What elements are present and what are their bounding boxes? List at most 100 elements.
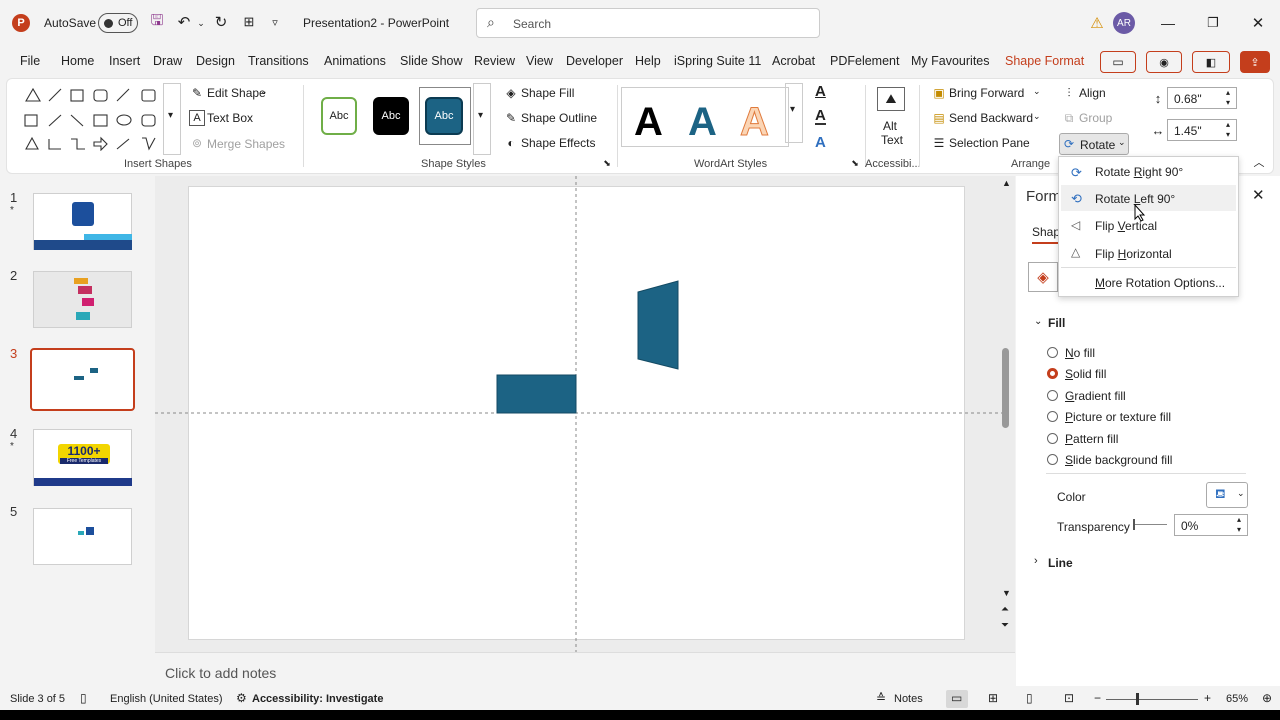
slide-thumbnail-2[interactable] <box>33 271 132 328</box>
color-picker-button[interactable]: ⛾ ⌄ <box>1206 482 1248 508</box>
share-icon[interactable]: ⇪ <box>1240 51 1270 73</box>
send-backward-button[interactable]: Send Backward <box>949 111 1033 125</box>
radio-button[interactable] <box>1047 347 1058 358</box>
search-box[interactable]: ⌕ Search <box>476 8 820 38</box>
tab-help[interactable]: Help <box>635 54 661 68</box>
slide-thumbnail-3-selected[interactable] <box>30 348 135 411</box>
editor-scrollbar[interactable]: ▲ ▼ ⏶ ⏷ <box>1000 176 1012 652</box>
fill-option-slide-background[interactable]: Slide background fill <box>1047 453 1172 467</box>
tab-design[interactable]: Design <box>196 54 235 68</box>
previous-slide-icon[interactable]: ⏶ <box>1001 604 1009 615</box>
chevron-down-icon[interactable]: ⌄ <box>1034 316 1042 327</box>
slide-thumbnail-5[interactable] <box>33 508 132 565</box>
wordart-style-blue[interactable]: A <box>688 100 717 145</box>
rotate-right-90-item[interactable]: Rotate Right 90° <box>1095 165 1183 179</box>
edit-shape-button[interactable]: Edit Shape <box>207 86 266 100</box>
minimize-icon[interactable]: — <box>1158 13 1178 33</box>
transparency-slider[interactable] <box>1133 524 1167 525</box>
flip-horizontal-item[interactable]: Flip Horizontal <box>1095 247 1172 261</box>
avatar[interactable]: AR <box>1113 12 1135 34</box>
present-icon[interactable]: ⊞ <box>240 13 258 31</box>
undo-dropdown-icon[interactable]: ⌄ <box>196 14 206 32</box>
record-icon[interactable]: ◉ <box>1146 51 1182 73</box>
tab-insert[interactable]: Insert <box>109 54 140 68</box>
rotate-button[interactable]: ⟳ Rotate ⌄ <box>1059 133 1129 155</box>
comments-icon[interactable]: ▭ <box>1100 51 1136 73</box>
radio-button[interactable] <box>1047 454 1058 465</box>
wordart-style-black[interactable]: A <box>634 100 663 145</box>
text-fill-icon[interactable]: A <box>815 83 826 100</box>
language-indicator[interactable]: English (United States) <box>110 693 223 705</box>
shape-width-input[interactable]: 1.45" ▴ ▾ <box>1167 119 1237 141</box>
tab-home[interactable]: Home <box>61 54 94 68</box>
fill-option-no-fill[interactable]: No fill <box>1047 346 1095 360</box>
tab-shape-format[interactable]: Shape Format <box>1005 54 1084 68</box>
line-section-header[interactable]: Line <box>1048 556 1073 570</box>
zoom-slider-thumb[interactable] <box>1136 693 1139 705</box>
tab-ispring[interactable]: iSpring Suite 11 <box>674 54 761 68</box>
flip-vertical-item[interactable]: Flip Vertical <box>1095 219 1157 233</box>
undo-icon[interactable]: ↶ <box>175 13 193 31</box>
wordart-style-orange[interactable]: A <box>740 100 770 145</box>
scroll-down-icon[interactable]: ▼ <box>1002 588 1011 598</box>
align-button[interactable]: Align <box>1079 86 1106 100</box>
spin-icon[interactable]: ▴ ▾ <box>1226 120 1230 140</box>
fill-section-header[interactable]: Fill <box>1048 316 1065 330</box>
transparency-slider-thumb[interactable] <box>1133 519 1135 530</box>
slide-thumbnail-1[interactable] <box>33 193 132 250</box>
wordart-more-button[interactable]: ▾ <box>785 83 803 143</box>
zoom-level[interactable]: 65% <box>1226 693 1248 705</box>
fill-option-solid-fill[interactable]: Solid fill <box>1047 367 1106 381</box>
zoom-out-icon[interactable]: − <box>1094 691 1101 705</box>
slide-sorter-icon[interactable]: ⊞ <box>988 691 998 705</box>
normal-view-icon[interactable]: ▭ <box>951 691 962 705</box>
redo-icon[interactable]: ↻ <box>212 13 230 31</box>
tab-my-favourites[interactable]: My Favourites <box>911 54 990 68</box>
zoom-in-icon[interactable]: + <box>1204 691 1211 705</box>
autosave-toggle[interactable]: Off <box>98 13 138 33</box>
shape-style-blue[interactable]: Abc <box>425 97 463 135</box>
radio-button[interactable] <box>1047 411 1058 422</box>
restore-icon[interactable]: ❐ <box>1203 13 1223 33</box>
accessibility-status[interactable]: Accessibility: Investigate <box>252 693 383 705</box>
tab-pdfelement[interactable]: PDFelement <box>830 54 899 68</box>
shape-effects-button[interactable]: Shape Effects <box>521 136 596 150</box>
fill-option-gradient[interactable]: Gradient fill <box>1047 389 1126 403</box>
scroll-up-icon[interactable]: ▲ <box>1002 178 1011 188</box>
notes-area[interactable]: Click to add notes <box>155 652 1015 688</box>
customize-qat-icon[interactable]: ▿ <box>268 13 282 31</box>
tab-developer[interactable]: Developer <box>566 54 623 68</box>
more-rotation-options-item[interactable]: More Rotation Options... <box>1095 276 1225 290</box>
transparency-input[interactable]: 0% ▴ ▾ <box>1174 514 1248 536</box>
slide-show-icon[interactable]: ⊡ <box>1064 691 1074 705</box>
trapezoid-shape[interactable] <box>637 280 679 370</box>
tab-draw[interactable]: Draw <box>153 54 182 68</box>
spelling-check-icon[interactable]: ▯ <box>80 691 87 705</box>
shape-gallery-more-button[interactable]: ▾ <box>163 83 181 155</box>
teams-present-icon[interactable]: ◧ <box>1192 51 1230 73</box>
shape-gallery[interactable] <box>21 87 161 151</box>
selection-pane-button[interactable]: Selection Pane <box>949 136 1030 150</box>
tab-transitions[interactable]: Transitions <box>248 54 309 68</box>
bring-forward-button[interactable]: Bring Forward <box>949 86 1024 100</box>
chevron-down-icon[interactable]: ⌄ <box>1033 111 1041 122</box>
alt-text-line1[interactable]: Alt <box>883 119 897 133</box>
tab-review[interactable]: Review <box>474 54 515 68</box>
chevron-down-icon[interactable]: ⌄ <box>1033 86 1041 97</box>
next-slide-icon[interactable]: ⏷ <box>1001 620 1009 631</box>
save-icon[interactable]: 🖫 <box>148 12 166 31</box>
collapse-ribbon-icon[interactable]: ︿ <box>1251 155 1267 169</box>
dialog-launcher-icon[interactable]: ⬊ <box>601 157 613 169</box>
wordart-gallery[interactable]: A A A <box>621 87 789 147</box>
tab-slide-show[interactable]: Slide Show <box>400 54 463 68</box>
tab-view[interactable]: View <box>526 54 553 68</box>
tab-animations[interactable]: Animations <box>324 54 386 68</box>
scroll-thumb[interactable] <box>1002 348 1009 428</box>
close-window-icon[interactable]: ✕ <box>1248 13 1268 33</box>
text-outline-icon[interactable]: A <box>815 108 826 125</box>
shape-height-input[interactable]: 0.68" ▴ ▾ <box>1167 87 1237 109</box>
close-pane-icon[interactable]: ✕ <box>1252 186 1265 204</box>
tab-file[interactable]: File <box>20 54 40 68</box>
zoom-slider[interactable] <box>1106 699 1198 700</box>
spin-icon[interactable]: ▴ ▾ <box>1237 515 1241 535</box>
